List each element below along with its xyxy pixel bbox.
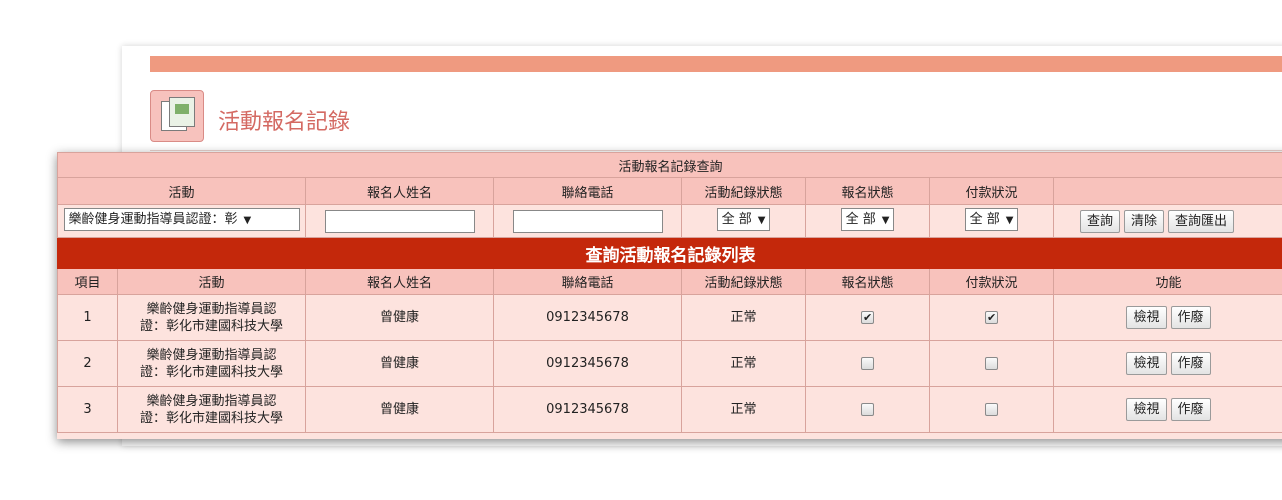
row-no: 3	[57, 386, 118, 433]
row-activity-line2: 證：彰化市建國科技大學	[139, 364, 283, 380]
signup-status-value: 全 部	[845, 211, 876, 227]
row-paid-cell	[929, 294, 1054, 341]
phone-input-cell	[493, 204, 682, 238]
document-icon-front	[169, 97, 195, 127]
table-row: 2 樂齡健身運動指導員認 證：彰化市建國科技大學 曾健康 0912345678 正…	[57, 340, 1282, 387]
signup-status-select[interactable]: 全 部 ▼	[840, 207, 895, 231]
dropdown-arrow-icon: ▼	[243, 214, 252, 226]
list-header-name: 報名人姓名	[305, 268, 494, 295]
record-status-select[interactable]: 全 部 ▼	[716, 207, 771, 231]
row-phone: 0912345678	[493, 386, 682, 433]
row-phone: 0912345678	[493, 294, 682, 341]
signup-checkbox[interactable]	[861, 309, 874, 326]
row-signup-cell	[805, 294, 930, 341]
query-header-record-status: 活動紀錄狀態	[681, 177, 806, 205]
row-paid-cell	[929, 340, 1054, 387]
query-header-name: 報名人姓名	[305, 177, 494, 205]
query-title: 活動報名記錄查詢	[57, 152, 1282, 178]
row-actions: 檢視 作廢	[1052, 386, 1282, 433]
row-activity-line1: 樂齡健身運動指導員認	[146, 347, 277, 363]
paid-checkbox[interactable]	[985, 403, 998, 416]
row-signup-cell	[805, 386, 930, 433]
payment-status-select[interactable]: 全 部 ▼	[964, 207, 1019, 231]
row-activity: 樂齡健身運動指導員認 證：彰化市建國科技大學	[117, 386, 306, 433]
list-title: 查詢活動報名記錄列表	[57, 237, 1282, 269]
query-header-activity: 活動	[57, 177, 306, 205]
activity-select-cell: 樂齡健身運動指導員認證：彰 ▼	[57, 204, 306, 238]
list-header-activity: 活動	[117, 268, 306, 295]
list-header-payment-status: 付款狀況	[929, 268, 1054, 295]
void-button[interactable]: 作廢	[1170, 398, 1211, 421]
view-button[interactable]: 檢視	[1126, 398, 1167, 421]
query-header-phone: 聯絡電話	[493, 177, 682, 205]
row-no: 2	[57, 340, 118, 387]
row-activity-line1: 樂齡健身運動指導員認	[146, 393, 277, 409]
query-header-signup-status: 報名狀態	[805, 177, 930, 205]
row-phone: 0912345678	[493, 340, 682, 387]
activity-select-value: 樂齡健身運動指導員認證：彰	[68, 211, 238, 227]
row-activity-line1: 樂齡健身運動指導員認	[146, 301, 277, 317]
row-record-status: 正常	[681, 340, 806, 387]
view-button[interactable]: 檢視	[1126, 306, 1167, 329]
dropdown-arrow-icon: ▼	[881, 214, 890, 226]
row-no: 1	[57, 294, 118, 341]
export-button[interactable]: 查詢匯出	[1168, 209, 1235, 233]
table-row: 1 樂齡健身運動指導員認 證：彰化市建國科技大學 曾健康 0912345678 正…	[57, 294, 1282, 341]
row-paid-cell	[929, 386, 1054, 433]
list-header-no: 項目	[57, 268, 118, 295]
phone-input[interactable]	[512, 209, 663, 233]
list-header-signup-status: 報名狀態	[805, 268, 930, 295]
row-name: 曾健康	[305, 386, 494, 433]
row-activity: 樂齡健身運動指導員認 證：彰化市建國科技大學	[117, 340, 306, 387]
title-divider	[150, 150, 1282, 151]
row-record-status: 正常	[681, 294, 806, 341]
name-input-cell	[305, 204, 494, 238]
dropdown-arrow-icon: ▼	[757, 214, 766, 226]
document-icon	[150, 90, 204, 142]
row-activity-line2: 證：彰化市建國科技大學	[139, 318, 283, 334]
query-header-actions	[1052, 177, 1282, 205]
row-signup-cell	[805, 340, 930, 387]
list-header-phone: 聯絡電話	[493, 268, 682, 295]
payment-status-cell: 全 部 ▼	[929, 204, 1054, 238]
row-name: 曾健康	[305, 294, 494, 341]
record-status-cell: 全 部 ▼	[681, 204, 806, 238]
void-button[interactable]: 作廢	[1170, 306, 1211, 329]
row-actions: 檢視 作廢	[1052, 340, 1282, 387]
void-button[interactable]: 作廢	[1170, 352, 1211, 375]
row-actions: 檢視 作廢	[1052, 294, 1282, 341]
search-button[interactable]: 查詢	[1080, 209, 1121, 233]
query-table: 活動報名記錄查詢 活動 報名人姓名 聯絡電話 活動紀錄狀態 報名狀態 付款狀況 …	[57, 152, 1282, 433]
query-buttons-cell: 查詢 清除 查詢匯出	[1052, 204, 1282, 238]
payment-status-value: 全 部	[969, 211, 1000, 227]
row-name: 曾健康	[305, 340, 494, 387]
clear-button[interactable]: 清除	[1124, 209, 1165, 233]
paid-checkbox[interactable]	[985, 357, 998, 370]
signup-status-cell: 全 部 ▼	[805, 204, 930, 238]
dropdown-arrow-icon: ▼	[1005, 214, 1014, 226]
row-activity-line2: 證：彰化市建國科技大學	[139, 410, 283, 426]
signup-checkbox[interactable]	[861, 403, 874, 416]
row-record-status: 正常	[681, 386, 806, 433]
page-title: 活動報名記錄	[218, 110, 351, 135]
table-row: 3 樂齡健身運動指導員認 證：彰化市建國科技大學 曾健康 0912345678 正…	[57, 386, 1282, 433]
query-panel: 活動報名記錄查詢 活動 報名人姓名 聯絡電話 活動紀錄狀態 報名狀態 付款狀況 …	[57, 152, 1282, 439]
query-header-payment-status: 付款狀況	[929, 177, 1054, 205]
signup-checkbox[interactable]	[861, 357, 874, 370]
activity-select[interactable]: 樂齡健身運動指導員認證：彰 ▼	[63, 207, 300, 231]
list-header-functions: 功能	[1052, 268, 1282, 295]
top-accent-bar	[150, 56, 1282, 72]
list-header-record-status: 活動紀錄狀態	[681, 268, 806, 295]
row-activity: 樂齡健身運動指導員認 證：彰化市建國科技大學	[117, 294, 306, 341]
record-status-value: 全 部	[721, 211, 752, 227]
view-button[interactable]: 檢視	[1126, 352, 1167, 375]
paid-checkbox[interactable]	[985, 309, 998, 326]
name-input[interactable]	[324, 209, 475, 233]
